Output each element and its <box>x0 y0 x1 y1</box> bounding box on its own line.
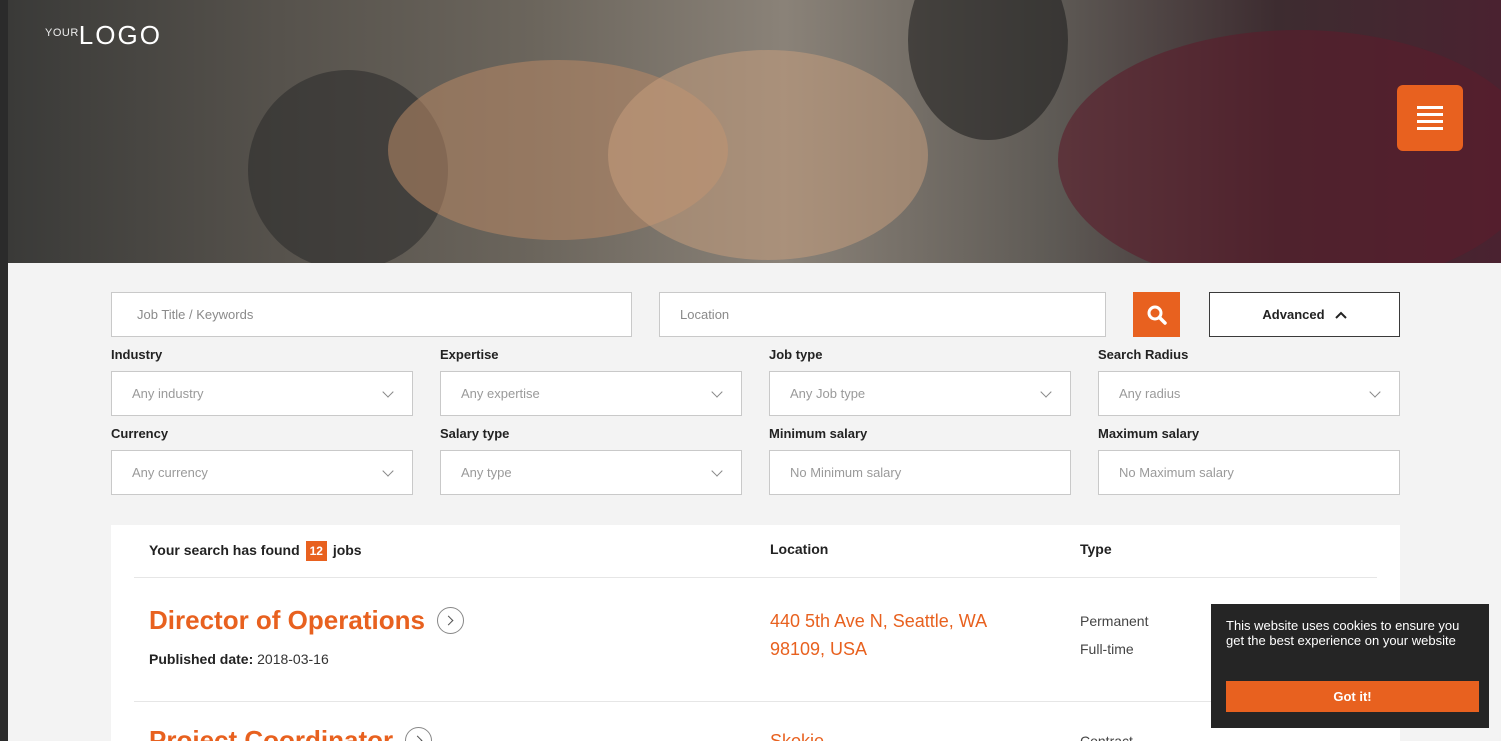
page: YOUR LOGO Job Title / Keywords Location … <box>8 0 1501 741</box>
menu-icon <box>1417 106 1443 109</box>
chevron-right-circle-icon[interactable] <box>405 727 433 741</box>
minimum-salary-input[interactable]: No Minimum salary <box>769 450 1071 495</box>
chevron-down-icon <box>1040 385 1052 398</box>
filter-label-maximum-salary: Maximum salary <box>1098 426 1200 441</box>
filter-label-search-radius: Search Radius <box>1098 347 1189 362</box>
chevron-right-circle-icon[interactable] <box>436 607 464 634</box>
column-header-location: Location <box>770 541 829 557</box>
divider <box>134 701 1377 702</box>
search-button[interactable] <box>1133 292 1180 337</box>
cookie-message: This website uses cookies to ensure you … <box>1226 618 1460 648</box>
chevron-down-icon <box>382 464 394 477</box>
site-logo[interactable]: YOUR LOGO <box>45 20 162 51</box>
filter-label-industry: Industry <box>111 347 163 362</box>
job-title-link[interactable]: Director of Operations <box>149 605 464 636</box>
chevron-up-icon <box>1334 311 1347 319</box>
advanced-search-toggle[interactable]: Advanced <box>1209 292 1400 337</box>
chevron-down-icon <box>711 464 723 477</box>
cookie-banner: This website uses cookies to ensure you … <box>1211 604 1489 728</box>
industry-select[interactable]: Any industry <box>111 371 413 416</box>
job-type: Permanent Full-time <box>1080 613 1149 657</box>
results-count-badge: 12 <box>305 541 327 561</box>
job-type-select[interactable]: Any Job type <box>769 371 1071 416</box>
job-location-link[interactable]: 440 5th Ave N, Seattle, WA 98109, USA <box>770 607 1030 663</box>
chevron-down-icon <box>1369 385 1381 398</box>
published-date: Published date: 2018-03-16 <box>149 651 329 667</box>
filter-label-currency: Currency <box>111 426 169 441</box>
filter-label-job-type: Job type <box>769 347 823 362</box>
location-input[interactable]: Location <box>659 292 1106 337</box>
results-summary: Your search has found 12 jobs <box>149 541 362 561</box>
chevron-down-icon <box>382 385 394 398</box>
salary-type-select[interactable]: Any type <box>440 450 742 495</box>
job-type: Contract <box>1080 733 1133 741</box>
job-title-link[interactable]: Project Coordinator <box>149 725 433 741</box>
filter-label-expertise: Expertise <box>440 347 499 362</box>
chevron-down-icon <box>711 385 723 398</box>
job-location-link[interactable]: Skokie <box>770 727 1030 741</box>
search-icon <box>1147 305 1167 325</box>
hero-banner: YOUR LOGO <box>8 0 1501 263</box>
results-panel: Your search has found 12 jobs Location T… <box>111 525 1400 741</box>
divider <box>134 577 1377 578</box>
column-header-type: Type <box>1080 541 1112 557</box>
currency-select[interactable]: Any currency <box>111 450 413 495</box>
search-radius-select[interactable]: Any radius <box>1098 371 1400 416</box>
expertise-select[interactable]: Any expertise <box>440 371 742 416</box>
filter-label-salary-type: Salary type <box>440 426 510 441</box>
keywords-input[interactable]: Job Title / Keywords <box>111 292 632 337</box>
maximum-salary-input[interactable]: No Maximum salary <box>1098 450 1400 495</box>
filter-label-minimum-salary: Minimum salary <box>769 426 868 441</box>
cookie-accept-button[interactable]: Got it! <box>1226 681 1479 712</box>
hamburger-menu-button[interactable] <box>1397 85 1463 151</box>
